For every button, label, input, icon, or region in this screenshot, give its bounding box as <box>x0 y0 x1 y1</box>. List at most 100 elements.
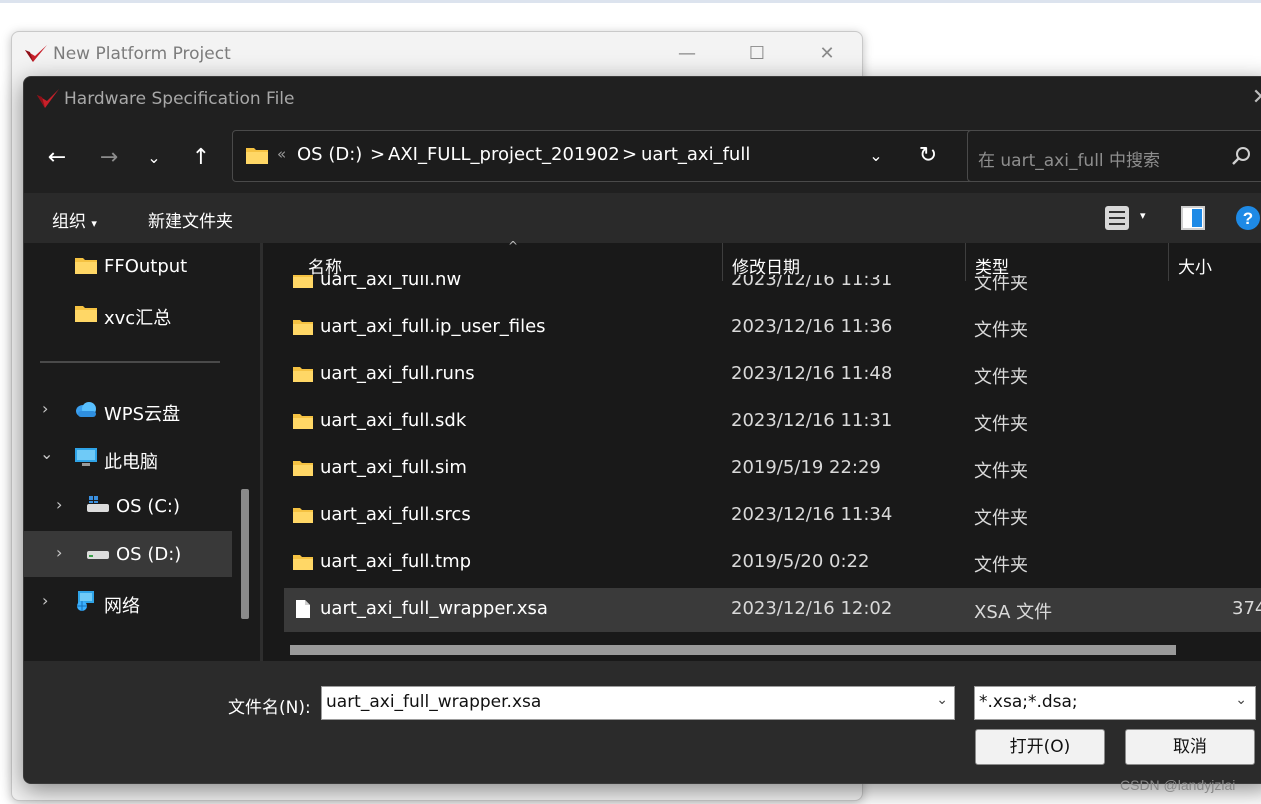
search-box[interactable]: 在 uart_axi_full 中搜索 <box>967 130 1261 182</box>
folder-icon <box>293 414 313 429</box>
file-date: 2019/5/19 22:29 <box>731 457 881 478</box>
folder-icon <box>293 367 313 382</box>
help-icon[interactable]: ? <box>1234 204 1261 232</box>
table-row[interactable]: uart_axi_full.ip_user_files 2023/12/16 1… <box>284 306 1261 350</box>
command-bar: 组织 ▾ 新建文件夹 ▾ ? <box>24 193 1261 243</box>
chevron-down-icon[interactable]: ⌄ <box>1235 692 1247 708</box>
table-row[interactable]: uart_axi_full.sim 2019/5/19 22:29 文件夹 <box>284 447 1261 491</box>
file-list: ^ 名称 修改日期 类型 大小 uart_axi_full.hw 2023/12… <box>260 239 1261 661</box>
chevron-right-icon[interactable]: › <box>56 495 62 514</box>
file-date: 2023/12/16 11:36 <box>731 316 893 337</box>
file-size: 374 <box>1232 598 1261 619</box>
close-icon[interactable]: ✕ <box>812 40 842 68</box>
vivado-logo-icon <box>37 89 59 108</box>
address-dropdown-icon[interactable]: ⌄ <box>861 141 891 171</box>
view-options-icon[interactable] <box>1104 205 1130 231</box>
filename-label: 文件名(N): <box>228 698 311 718</box>
nav-scrollbar[interactable] <box>241 489 249 619</box>
top-edge-line <box>0 0 1261 3</box>
file-date: 2023/12/16 11:31 <box>731 275 893 290</box>
view-dropdown-icon[interactable]: ▾ <box>1140 209 1146 222</box>
chevron-right-icon[interactable]: › <box>56 543 62 562</box>
csdn-watermark: CSDN @landyjzlai <box>1120 777 1236 793</box>
file-type: 文件夹 <box>974 461 1028 482</box>
nav-divider <box>40 361 220 363</box>
search-input[interactable]: 在 uart_axi_full 中搜索 <box>978 146 1160 171</box>
drive-icon <box>87 551 109 559</box>
refresh-icon[interactable]: ↻ <box>911 141 945 171</box>
nav-label: 网络 <box>104 596 140 617</box>
folder-icon <box>293 461 313 476</box>
address-bar[interactable]: « OS (D:) > AXI_FULL_project_201902 > ua… <box>232 130 981 182</box>
file-type: 文件夹 <box>974 414 1028 435</box>
search-icon[interactable] <box>1230 145 1252 167</box>
folder-icon <box>246 148 268 164</box>
table-row[interactable]: uart_axi_full.hw 2023/12/16 11:31 文件夹 <box>284 275 1261 303</box>
file-name: uart_axi_full_wrapper.xsa <box>320 598 548 619</box>
breadcrumb-project[interactable]: AXI_FULL_project_201902 <box>388 144 620 165</box>
chevron-down-icon[interactable]: ⌄ <box>936 692 948 708</box>
nav-item-os-c[interactable]: › OS (C:) <box>24 483 232 529</box>
folder-icon <box>293 555 313 570</box>
recent-locations-chevron-icon[interactable]: ⌄ <box>137 141 171 175</box>
table-row[interactable]: uart_axi_full.tmp 2019/5/20 0:22 文件夹 <box>284 541 1261 585</box>
breadcrumb-separator[interactable]: > <box>370 144 385 165</box>
table-row[interactable]: uart_axi_full.runs 2023/12/16 11:48 文件夹 <box>284 353 1261 397</box>
table-row[interactable]: uart_axi_full_wrapper.xsa 2023/12/16 12:… <box>284 588 1261 632</box>
file-name: uart_axi_full.hw <box>320 275 462 290</box>
chevron-right-icon[interactable]: › <box>42 399 48 418</box>
nav-item-wps-cloud[interactable]: › WPS云盘 <box>24 387 232 433</box>
file-date: 2023/12/16 12:02 <box>731 598 893 619</box>
file-rows: uart_axi_full.hw 2023/12/16 11:31 文件夹 ua… <box>260 275 1261 643</box>
cloud-icon <box>76 402 96 417</box>
file-icon <box>296 600 310 618</box>
sort-ascending-icon: ^ <box>508 239 519 253</box>
chevron-down-icon[interactable]: ⌄ <box>40 444 53 463</box>
filename-input[interactable]: uart_axi_full_wrapper.xsa ⌄ <box>321 686 955 720</box>
filetype-select[interactable]: *.xsa;*.dsa; ⌄ <box>974 686 1256 720</box>
up-arrow-icon[interactable]: ↑ <box>184 141 218 175</box>
file-date: 2023/12/16 11:31 <box>731 410 893 431</box>
folder-icon <box>293 275 313 288</box>
breadcrumb-os-d[interactable]: OS (D:) <box>297 144 362 165</box>
file-name: uart_axi_full.runs <box>320 363 475 384</box>
overflow-marker[interactable]: « <box>277 145 286 163</box>
chevron-right-icon[interactable]: › <box>42 591 48 610</box>
folder-icon <box>293 508 313 523</box>
organize-dropdown-icon: ▾ <box>91 217 97 230</box>
nav-item-ffoutput[interactable]: FFOutput <box>24 243 232 289</box>
preview-pane-icon[interactable] <box>1180 205 1206 231</box>
file-name: uart_axi_full.ip_user_files <box>320 316 546 337</box>
folder-icon <box>75 306 97 322</box>
system-drive-icon <box>87 496 109 512</box>
maximize-icon[interactable]: ☐ <box>742 40 772 68</box>
open-button[interactable]: 打开(O) <box>975 729 1105 765</box>
table-row[interactable]: uart_axi_full.srcs 2023/12/16 11:34 文件夹 <box>284 494 1261 538</box>
nav-label: FFOutput <box>104 256 188 277</box>
minimize-icon[interactable]: — <box>672 40 702 68</box>
cancel-button[interactable]: 取消 <box>1125 729 1255 765</box>
organize-button[interactable]: 组织 ▾ <box>52 207 97 232</box>
dialog-footer: 文件名(N): uart_axi_full_wrapper.xsa ⌄ *.xs… <box>24 661 1261 783</box>
horizontal-scrollbar[interactable] <box>290 645 1176 655</box>
background-window-title: New Platform Project <box>53 44 231 64</box>
file-date: 2023/12/16 11:48 <box>731 363 893 384</box>
nav-item-network[interactable]: › 网络 <box>24 579 232 625</box>
nav-label: 此电脑 <box>104 452 158 473</box>
file-type: 文件夹 <box>974 367 1028 388</box>
dialog-close-icon[interactable]: ✕ <box>1246 83 1261 113</box>
nav-item-this-pc[interactable]: ⌄ 此电脑 <box>24 435 232 481</box>
filename-value: uart_axi_full_wrapper.xsa <box>326 692 542 712</box>
back-arrow-icon[interactable]: ← <box>40 141 74 175</box>
forward-arrow-icon[interactable]: → <box>92 141 126 175</box>
breadcrumb-separator[interactable]: > <box>622 144 637 165</box>
hardware-spec-file-dialog: Hardware Specification File ✕ ← → ⌄ ↑ « … <box>23 76 1261 784</box>
vivado-logo-icon <box>25 45 47 62</box>
table-row[interactable]: uart_axi_full.sdk 2023/12/16 11:31 文件夹 <box>284 400 1261 444</box>
file-type: XSA 文件 <box>974 602 1053 623</box>
breadcrumb-uart-axi-full[interactable]: uart_axi_full <box>641 144 750 165</box>
nav-item-xvc[interactable]: xvc汇总 <box>24 291 232 337</box>
organize-label: 组织 <box>52 212 86 232</box>
new-folder-button[interactable]: 新建文件夹 <box>148 207 233 232</box>
nav-item-os-d[interactable]: › OS (D:) <box>24 531 232 577</box>
